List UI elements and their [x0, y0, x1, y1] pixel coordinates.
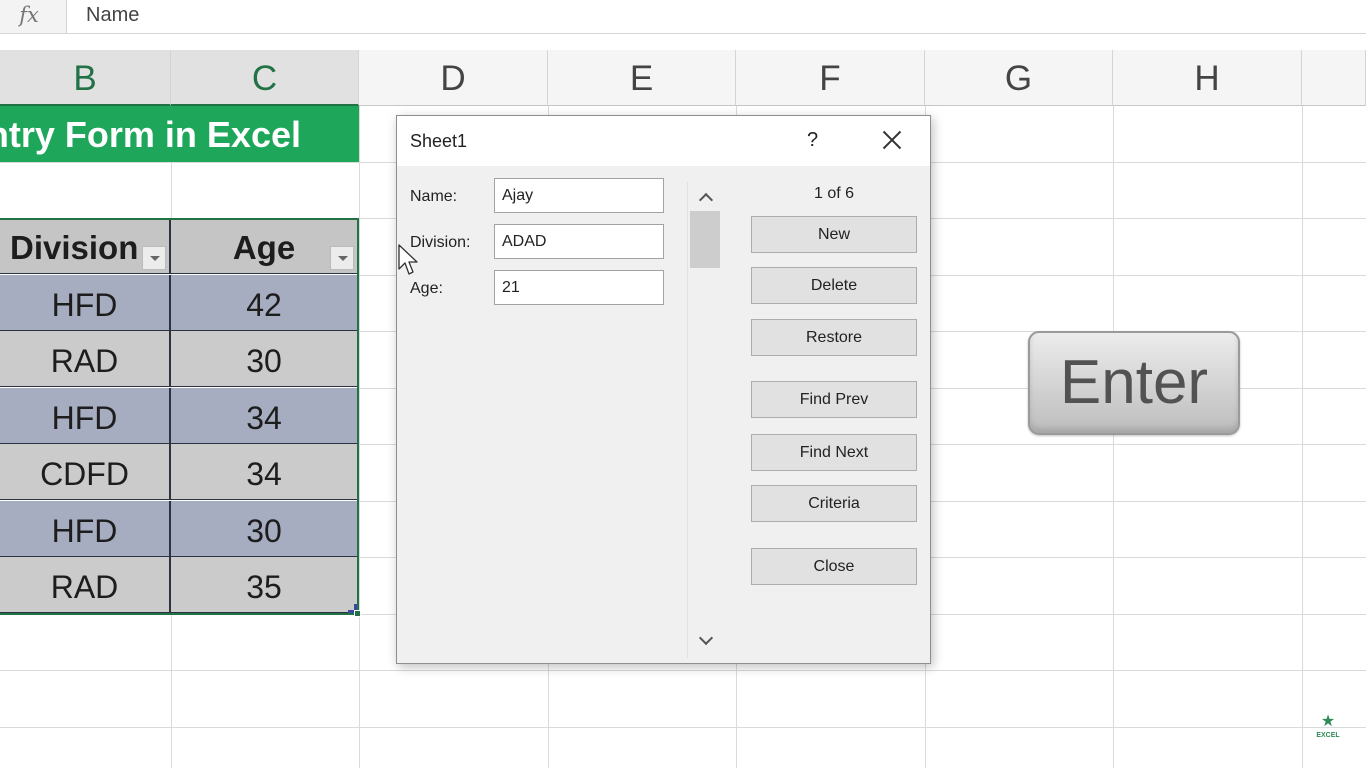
dialog-title: Sheet1: [410, 131, 468, 151]
new-button[interactable]: New: [751, 216, 917, 253]
record-counter: 1 of 6: [813, 185, 855, 202]
column-header-b[interactable]: B: [0, 50, 171, 106]
grid-line: [359, 106, 360, 768]
fill-handle[interactable]: [354, 610, 361, 617]
mouse-cursor-icon: [398, 244, 418, 275]
criteria-button[interactable]: Criteria: [751, 485, 917, 522]
formula-bar: fx Name: [0, 0, 1366, 34]
watermark-text: EXCEL: [1316, 732, 1340, 739]
grid-line: [1113, 106, 1114, 768]
close-icon[interactable]: [878, 126, 906, 154]
scroll-up-icon[interactable]: [698, 190, 712, 204]
data-form-dialog: Sheet1 ? Name: Ajay Division: ADAD Age: …: [396, 115, 931, 664]
scroll-down-icon[interactable]: [698, 633, 712, 647]
restore-button[interactable]: Restore: [751, 319, 917, 356]
enter-key-label: Enter: [1059, 348, 1209, 417]
scrollbar-thumb[interactable]: [690, 211, 720, 268]
fx-icon[interactable]: fx: [0, 0, 58, 33]
sheet-title: ntry Form in Excel: [0, 114, 301, 155]
find-prev-button[interactable]: Find Prev: [751, 381, 917, 418]
grid-line: [0, 727, 1366, 728]
age-field[interactable]: 21: [494, 270, 664, 305]
column-header-f[interactable]: F: [736, 50, 925, 106]
column-header-d[interactable]: D: [359, 50, 548, 106]
column-header-g[interactable]: G: [925, 50, 1113, 106]
name-field[interactable]: Ajay: [494, 178, 664, 213]
enter-key-image: Enter: [1028, 331, 1240, 435]
formula-input[interactable]: Name: [66, 0, 1366, 33]
column-header-c[interactable]: C: [171, 50, 359, 106]
star-icon: ★: [1320, 713, 1336, 730]
age-label: Age:: [410, 280, 443, 297]
grid-line: [0, 670, 1366, 671]
division-field[interactable]: ADAD: [494, 224, 664, 259]
watermark-logo: ★ EXCEL: [1309, 713, 1347, 747]
name-label: Name:: [410, 188, 458, 205]
grid-line: [1302, 106, 1303, 768]
column-header-e[interactable]: E: [548, 50, 736, 106]
help-button[interactable]: ?: [807, 129, 818, 152]
column-header-h[interactable]: H: [1113, 50, 1302, 106]
dialog-titlebar[interactable]: Sheet1 ?: [397, 116, 930, 166]
close-button[interactable]: Close: [751, 548, 917, 585]
selection-border: [0, 218, 359, 615]
delete-button[interactable]: Delete: [751, 267, 917, 304]
formula-value: Name: [86, 4, 140, 26]
sheet-title-cell[interactable]: ntry Form in Excel: [0, 106, 359, 162]
find-next-button[interactable]: Find Next: [751, 434, 917, 471]
column-header-next[interactable]: [1302, 50, 1366, 106]
